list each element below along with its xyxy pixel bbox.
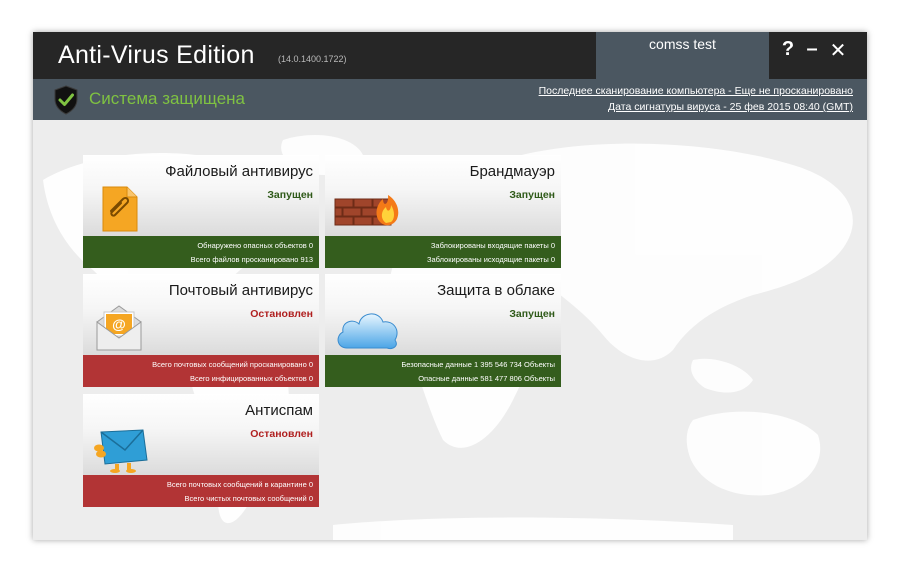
tile-status: Остановлен (250, 308, 313, 320)
stat-line: Всего почтовых сообщений в карантине 0 (166, 480, 313, 489)
stat-line: Опасные данные 581 477 806 Объекты (418, 374, 555, 383)
stat-line: Всего файлов просканировано 913 (190, 255, 313, 264)
help-button[interactable]: ? (777, 38, 799, 61)
tile-title: Защита в облаке (437, 282, 555, 299)
user-name: comss test (649, 36, 716, 52)
tile-status: Запущен (509, 308, 555, 320)
close-button[interactable]: ✕ (827, 38, 849, 63)
cloud-icon (337, 313, 398, 349)
tile-status: Запущен (509, 189, 555, 201)
title-bar: Anti-Virus Edition (14.0.1400.1722) coms… (33, 32, 867, 79)
app-version: (14.0.1400.1722) (278, 54, 347, 64)
antispam-icon (94, 429, 148, 473)
stat-line: Безопасные данные 1 395 546 734 Объекты (401, 360, 555, 369)
shield-check-icon (54, 85, 78, 115)
stat-line: Обнаружено опасных объектов 0 (197, 241, 313, 250)
tile-firewall[interactable]: Брандмауэр Запущен Заблокированы входящи… (325, 155, 561, 268)
stat-line: Заблокированы исходящие пакеты 0 (426, 255, 555, 264)
last-scan-link[interactable]: Последнее сканирование компьютера - Еще … (539, 85, 853, 97)
tile-cloud-protection[interactable]: Защита в облаке Запущен Безопасные данны… (325, 274, 561, 387)
file-antivirus-icon (102, 186, 138, 232)
app-title: Anti-Virus Edition (58, 41, 255, 69)
tile-status: Запущен (267, 189, 313, 201)
stat-line: Всего чистых почтовых сообщений 0 (184, 494, 313, 503)
app-window: Anti-Virus Edition (14.0.1400.1722) coms… (33, 32, 867, 540)
stat-line: Всего почтовых сообщений просканировано … (152, 360, 313, 369)
dashboard-area: Файловый антивирус Запущен Обнаружено оп… (33, 120, 867, 540)
stat-line: Всего инфицированных объектов 0 (189, 374, 313, 383)
firewall-icon (334, 195, 399, 226)
protection-status-bar: Система защищена Последнее сканирование … (33, 79, 867, 120)
tile-title: Брандмауэр (469, 163, 555, 180)
tile-footer: Всего почтовых сообщений в карантине 0 В… (83, 475, 319, 507)
tile-footer: Всего почтовых сообщений просканировано … (83, 355, 319, 387)
tile-file-antivirus[interactable]: Файловый антивирус Запущен Обнаружено оп… (83, 155, 319, 268)
minimize-button[interactable]: – (801, 38, 823, 61)
stat-line: Заблокированы входящие пакеты 0 (430, 241, 555, 250)
svg-text:@: @ (112, 316, 126, 332)
mail-antivirus-icon: @ (96, 305, 142, 351)
tile-footer: Заблокированы входящие пакеты 0 Заблокир… (325, 236, 561, 268)
protection-status-text: Система защищена (89, 89, 246, 108)
tile-title: Почтовый антивирус (168, 282, 313, 299)
tile-title: Антиспам (245, 402, 313, 419)
tile-title: Файловый антивирус (165, 163, 313, 180)
signature-date-link[interactable]: Дата сигнатуры вируса - 25 фев 2015 08:4… (608, 101, 853, 113)
tile-status: Остановлен (250, 428, 313, 440)
tile-footer: Обнаружено опасных объектов 0 Всего файл… (83, 236, 319, 268)
user-account-tab[interactable]: comss test (596, 32, 769, 79)
tile-antispam[interactable]: Антиспам Остановлен Всего почтовых сообщ… (83, 394, 319, 507)
tile-footer: Безопасные данные 1 395 546 734 Объекты … (325, 355, 561, 387)
tile-mail-antivirus[interactable]: Почтовый антивирус Остановлен @ Всего по… (83, 274, 319, 387)
